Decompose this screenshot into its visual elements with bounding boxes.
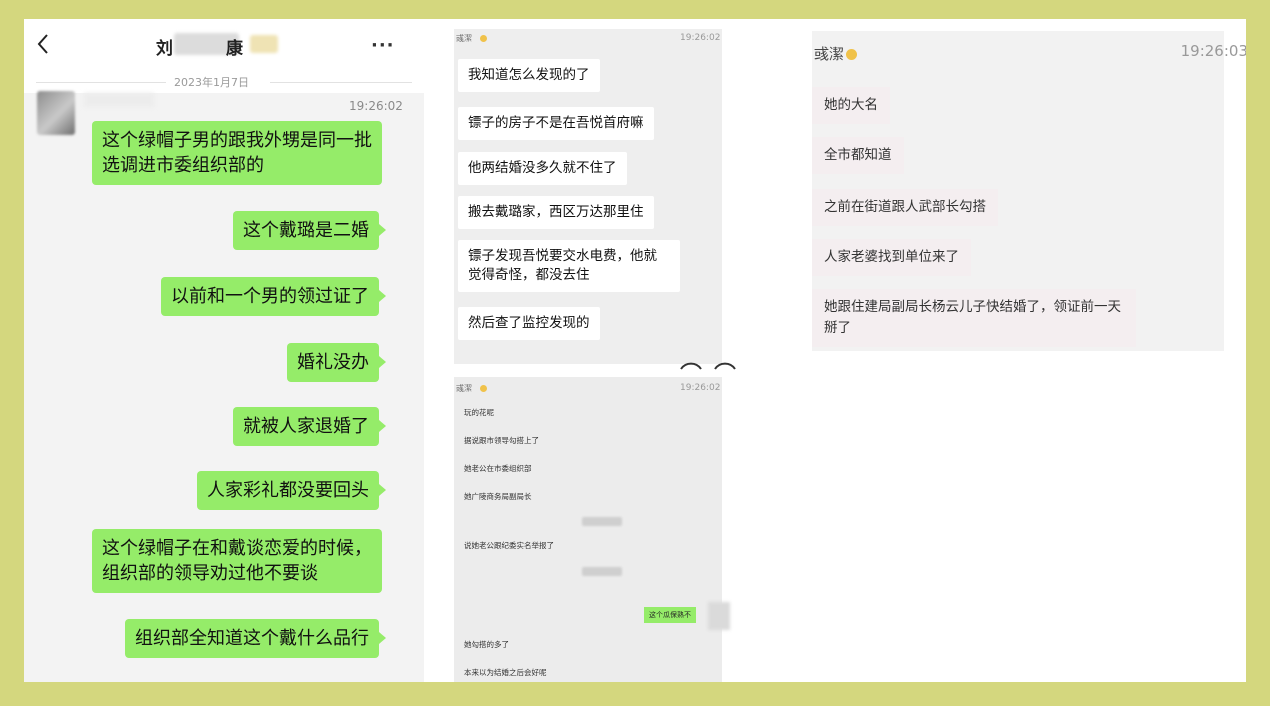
sender-name: 彧潔: [814, 43, 858, 64]
emoji-icon: [480, 35, 487, 42]
message-time: 19:26:02: [680, 383, 721, 393]
chat-bubble: 他两结婚没多久就不住了: [458, 152, 627, 185]
chat-bubble: 她的大名: [812, 87, 890, 124]
screenshot-collage: 刘 康 ··· 2023年1月7日 19:26:02 这个绿帽子男的跟我外甥是同…: [24, 19, 1246, 682]
chat-bubble: 婚礼没办: [287, 343, 386, 382]
chat-message: 她老公在市委组织部: [464, 464, 532, 473]
chat-message: 据说跟市领导勾搭上了: [464, 436, 539, 445]
chat-message: 她勾搭的多了: [464, 640, 509, 649]
sender-name: 彧潔: [456, 384, 472, 393]
avatar[interactable]: [37, 91, 75, 135]
chat-title: 刘: [156, 39, 173, 59]
chat-message: 本来以为结婚之后会好呢: [464, 668, 547, 677]
avatar[interactable]: [708, 602, 730, 630]
redacted-system-notice: [582, 567, 622, 576]
chat-bubble: 这个绿帽子男的跟我外甥是同一批选调进市委组织部的: [92, 121, 382, 185]
chat-title-suffix: 康: [226, 39, 243, 59]
chat-bubble: 这个绿帽子在和戴谈恋爱的时候，组织部的领导劝过他不要谈: [92, 529, 382, 593]
chat-bubble: 镖子发现吾悦要交水电费，他就觉得奇怪，都没去住: [458, 240, 680, 292]
back-arrow-icon[interactable]: [36, 33, 50, 55]
chat-screenshot-1: 刘 康 ··· 2023年1月7日 19:26:02 这个绿帽子男的跟我外甥是同…: [24, 19, 424, 682]
chat-bubble: 以前和一个男的领过证了: [161, 277, 386, 316]
chat-screenshot-3: 彧潔 19:26:02 玩的花呢 据说跟市领导勾搭上了 她老公在市委组织部 她广…: [454, 377, 730, 682]
chat-message: 说她老公跟纪委实名举报了: [464, 541, 554, 550]
chat-bubble: 全市都知道: [812, 137, 904, 174]
chat-bubble: 她跟住建局副局长杨云儿子快结婚了，领证前一天掰了: [812, 289, 1136, 347]
chat-bubble: 搬去戴璐家，西区万达那里住: [458, 196, 654, 229]
redacted-sender: [84, 93, 154, 107]
chat-bubble: 这个戴璐是二婚: [233, 211, 386, 250]
input-bar-icons[interactable]: [679, 351, 739, 371]
chat-bubble: 镖子的房子不是在吾悦首府嘛: [458, 107, 654, 140]
chat-bubble: 之前在街道跟人武部长勾搭: [812, 189, 998, 226]
chat-message: 玩的花呢: [464, 408, 494, 417]
chat-screenshot-2: 彧潔 19:26:02 我知道怎么发现的了 镖子的房子不是在吾悦首府嘛 他两结婚…: [454, 29, 736, 370]
emoji-icon: [480, 385, 487, 392]
chat-bubble: 然后查了监控发现的: [458, 307, 600, 340]
emoji-icon: [846, 49, 858, 60]
more-options-icon[interactable]: ···: [371, 35, 395, 56]
chat-header: 刘 康 ···: [24, 19, 424, 71]
message-time: 19:26:02: [680, 33, 721, 43]
chat-bubble: 组织部全知道这个戴什么品行: [125, 619, 386, 658]
message-time: 19:26:03: [1180, 42, 1246, 60]
chat-message: 她广陵商务局副局长: [464, 492, 532, 501]
chat-bubble-outgoing: 这个瓜保熟不: [644, 607, 696, 623]
chat-bubble: 就被人家退婚了: [233, 407, 386, 446]
date-separator: 2023年1月7日: [24, 71, 424, 93]
chat-bubble: 我知道怎么发现的了: [458, 59, 600, 92]
sender-name: 彧潔: [456, 34, 472, 43]
chat-bubble: 人家老婆找到单位来了: [812, 239, 971, 276]
chat-screenshot-4: 彧潔 19:26:03 她的大名 全市都知道 之前在街道跟人武部长勾搭 人家老婆…: [812, 31, 1246, 351]
redacted-emoji: [250, 35, 278, 53]
redacted-system-notice: [582, 517, 622, 526]
message-time: 19:26:02: [349, 99, 403, 113]
chat-bubble: 人家彩礼都没要回头: [197, 471, 386, 510]
